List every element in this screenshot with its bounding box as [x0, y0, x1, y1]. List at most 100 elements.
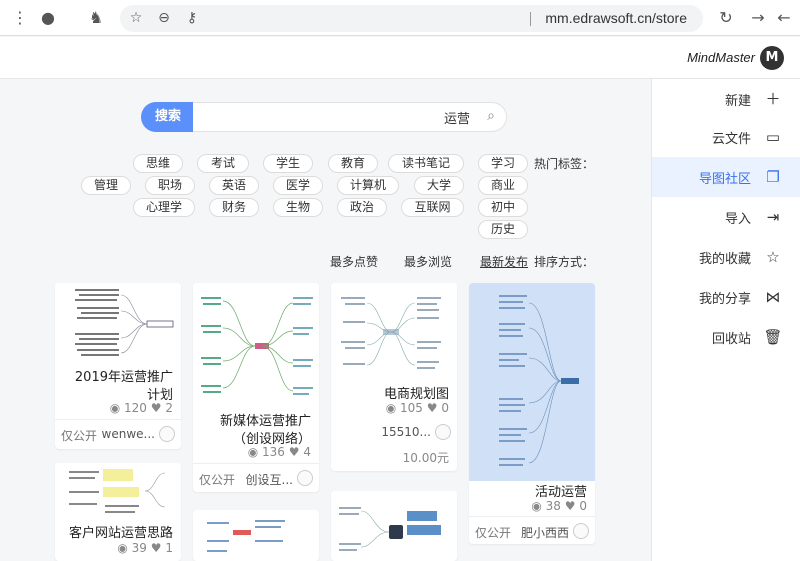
sort-label: 排序方式：: [533, 255, 594, 269]
tag-item[interactable]: 初中: [478, 198, 528, 217]
mindmap-thumbnail: [55, 463, 181, 521]
card-footer: 创设互... 仅公开: [193, 463, 319, 491]
tag-item[interactable]: 管理: [81, 176, 131, 195]
browser-toolbar: ⋮ ● ♞ ☆ ⊖ ⚷ mm.edrawsoft.cn/store ↻ → ←: [0, 0, 800, 36]
card-footer: wenwe... 仅公开: [55, 419, 181, 447]
tag-item[interactable]: 思维: [133, 154, 183, 173]
template-card[interactable]: 电商规划图 ◉ 105 ♥ 0 15510... 10.00元: [331, 283, 457, 471]
tag-item[interactable]: 生物: [273, 198, 323, 217]
sort-most-viewed[interactable]: 最多浏览: [404, 253, 452, 270]
tag-item[interactable]: 读书笔记: [388, 154, 464, 173]
card-stats: ◉ 105 ♥ 0: [385, 401, 449, 415]
eye-icon: ◉: [117, 541, 128, 555]
sidebar-item-shares[interactable]: ⋈ 我的分享: [652, 277, 800, 317]
sidebar-item-cloud-files[interactable]: ▭ 云文件: [652, 117, 800, 157]
heart-icon: ♥: [426, 401, 438, 415]
template-card[interactable]: 客户网站运营思路 ◉ 39 ♥ 1: [55, 463, 181, 561]
logo-text[interactable]: MindMaster: [687, 50, 755, 65]
template-card[interactable]: 活动运营 ◉ 38 ♥ 0 肥小西西 仅公开: [469, 283, 595, 544]
price-label: 10.00元: [402, 451, 449, 465]
address-bar[interactable]: ☆ ⊖ ⚷ mm.edrawsoft.cn/store: [120, 5, 703, 32]
visibility-label: 仅公开: [475, 526, 512, 540]
new-file-icon: ＋: [765, 90, 781, 108]
mindmap-thumbnail: [55, 283, 181, 363]
card-stats: ◉ 39 ♥ 1: [117, 541, 173, 555]
eye-icon: ◉: [247, 445, 259, 459]
sidebar-item-label: 我的收藏: [698, 252, 751, 267]
sidebar-item-favorites[interactable]: ☆ 我的收藏: [652, 237, 800, 277]
tag-item[interactable]: 职场: [145, 176, 195, 195]
author-name[interactable]: 创设互...: [246, 471, 293, 488]
tag-item[interactable]: 英语: [209, 176, 259, 195]
template-card[interactable]: 新媒体运营推广（创设网络） ◉ 136 ♥ 4 创设互... 仅公开: [193, 283, 319, 492]
eye-icon: ◉: [385, 401, 397, 415]
eye-icon: ◉: [531, 499, 542, 513]
evernote-extension-icon[interactable]: ♞: [84, 6, 108, 30]
sort-most-liked[interactable]: 最多点赞: [330, 253, 378, 270]
avatar[interactable]: [573, 523, 589, 539]
import-icon: ⇥: [766, 208, 780, 226]
author-name[interactable]: wenwe...: [102, 427, 155, 441]
tag-item[interactable]: 计算机: [337, 176, 399, 195]
tag-item[interactable]: 医学: [273, 176, 323, 195]
template-card[interactable]: [331, 491, 457, 561]
card-footer: 肥小西西 仅公开: [469, 516, 595, 544]
url-text[interactable]: mm.edrawsoft.cn/store: [545, 10, 687, 26]
logo-icon[interactable]: M: [760, 46, 784, 70]
profile-icon[interactable]: ●: [36, 6, 60, 30]
sidebar-item-label: 新建: [724, 94, 751, 109]
bookmark-star-icon[interactable]: ☆: [124, 6, 148, 30]
mindmap-thumbnail: [331, 283, 457, 383]
sidebar-item-trash[interactable]: 🗑 回收站: [652, 317, 800, 357]
card-stats: ◉ 38 ♥ 0: [531, 499, 587, 513]
sidebar-item-import[interactable]: ⇥ 导入: [652, 197, 800, 237]
heart-icon: ♥: [288, 445, 300, 459]
tag-item[interactable]: 教育: [328, 154, 378, 173]
sidebar-item-new[interactable]: ＋ 新建: [652, 79, 800, 119]
search-icon: ⌕: [487, 108, 495, 124]
heart-icon: ♥: [150, 541, 162, 555]
avatar[interactable]: [159, 426, 175, 442]
key-icon[interactable]: ⚷: [180, 6, 204, 30]
template-card[interactable]: 2019年运营推广计划 ◉ 120 ♥ 2 wenwe... 仅公开: [55, 283, 181, 449]
tag-item[interactable]: 历史: [478, 220, 528, 239]
sidebar-item-label: 导图社区: [698, 172, 751, 187]
sort-newest[interactable]: 最新发布: [480, 253, 528, 270]
menu-kebab-icon[interactable]: ⋮: [8, 6, 32, 30]
sidebar: ＋ 新建 ▭ 云文件 ❐ 导图社区 ⇥ 导入 ☆ 我的收藏 ⋈ 我的分享 🗑 回…: [651, 79, 800, 561]
search-input[interactable]: [193, 102, 507, 132]
tag-item[interactable]: 心理学: [133, 198, 195, 217]
template-card[interactable]: [193, 510, 319, 561]
mindmap-thumbnail: [331, 491, 457, 561]
sidebar-item-label: 我的分享: [698, 292, 751, 307]
cloud-file-icon: ▭: [765, 128, 781, 146]
tag-item[interactable]: 商业: [478, 176, 528, 195]
author-name[interactable]: 肥小西西: [521, 524, 569, 541]
card-title[interactable]: 新媒体运营推广（创设网络）: [201, 413, 311, 449]
zoom-out-icon[interactable]: ⊖: [152, 6, 176, 30]
tag-item[interactable]: 大学: [414, 176, 464, 195]
tag-item[interactable]: 学习: [478, 154, 528, 173]
visibility-label: 仅公开: [199, 473, 236, 487]
card-title[interactable]: 2019年运营推广计划: [63, 369, 173, 405]
arrow-right-icon[interactable]: →: [746, 6, 770, 30]
sidebar-item-label: 回收站: [711, 332, 751, 347]
card-footer: 15510...: [331, 418, 457, 446]
tag-item[interactable]: 考试: [197, 154, 249, 173]
url-separator: [530, 12, 531, 26]
arrow-left-icon[interactable]: ←: [772, 6, 796, 30]
tag-item[interactable]: 互联网: [401, 198, 464, 217]
search-button[interactable]: 搜索: [141, 102, 195, 132]
tag-item[interactable]: 财务: [209, 198, 259, 217]
author-name[interactable]: 15510...: [381, 425, 431, 439]
tag-item[interactable]: 政治: [337, 198, 387, 217]
visibility-label: 仅公开: [61, 429, 98, 443]
eye-icon: ◉: [109, 401, 121, 415]
hot-tags-label: 热门标签：: [533, 157, 594, 171]
tag-item[interactable]: 学生: [263, 154, 313, 173]
reload-icon[interactable]: ↻: [714, 6, 738, 30]
avatar[interactable]: [435, 424, 451, 440]
sidebar-item-community[interactable]: ❐ 导图社区: [652, 157, 800, 197]
mindmap-thumbnail: [193, 283, 319, 409]
avatar[interactable]: [297, 470, 313, 486]
